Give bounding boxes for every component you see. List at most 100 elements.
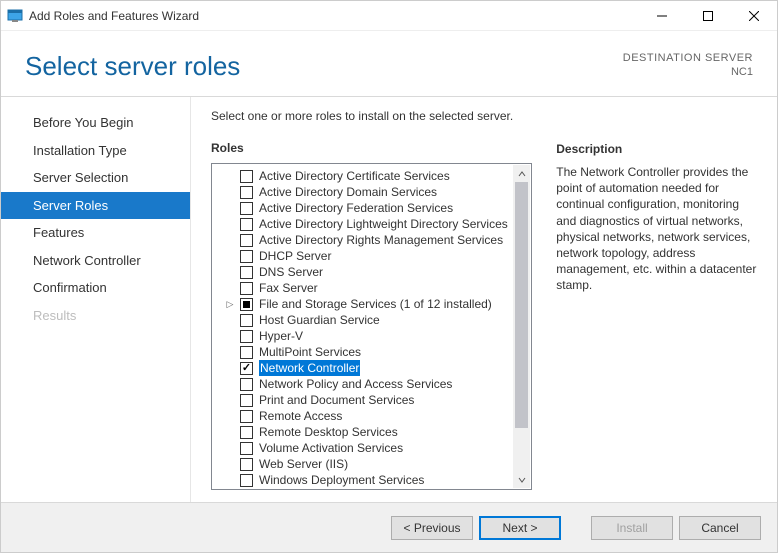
role-label[interactable]: DHCP Server xyxy=(259,248,331,264)
scroll-down-button[interactable] xyxy=(513,471,530,488)
wizard-steps-sidebar: Before You BeginInstallation TypeServer … xyxy=(1,97,191,502)
role-checkbox[interactable] xyxy=(240,250,253,263)
role-checkbox[interactable] xyxy=(240,362,253,375)
role-checkbox[interactable] xyxy=(240,378,253,391)
role-checkbox[interactable] xyxy=(240,474,253,487)
role-label[interactable]: MultiPoint Services xyxy=(259,344,361,360)
destination-block: DESTINATION SERVER NC1 xyxy=(623,51,753,80)
role-checkbox[interactable] xyxy=(240,394,253,407)
main-content: Select one or more roles to install on t… xyxy=(191,97,777,502)
maximize-button[interactable] xyxy=(685,1,731,31)
role-item[interactable]: Network Policy and Access Services xyxy=(226,376,511,392)
wizard-step[interactable]: Before You Begin xyxy=(1,109,190,137)
role-checkbox[interactable] xyxy=(240,330,253,343)
role-item[interactable]: Active Directory Certificate Services xyxy=(226,168,511,184)
role-item[interactable]: Print and Document Services xyxy=(226,392,511,408)
role-item[interactable]: DNS Server xyxy=(226,264,511,280)
role-label[interactable]: Active Directory Rights Management Servi… xyxy=(259,232,503,248)
instruction-text: Select one or more roles to install on t… xyxy=(211,109,532,123)
wizard-window: Add Roles and Features Wizard Select ser… xyxy=(0,0,778,553)
role-checkbox[interactable] xyxy=(240,218,253,231)
role-item[interactable]: Hyper-V xyxy=(226,328,511,344)
description-text: The Network Controller provides the poin… xyxy=(556,164,757,294)
install-button[interactable]: Install xyxy=(591,516,673,540)
role-label[interactable]: Network Policy and Access Services xyxy=(259,376,452,392)
role-label[interactable]: Remote Access xyxy=(259,408,342,424)
wizard-step[interactable]: Confirmation xyxy=(1,274,190,302)
body: Before You BeginInstallation TypeServer … xyxy=(1,97,777,502)
app-icon xyxy=(7,8,23,24)
role-label[interactable]: Active Directory Lightweight Directory S… xyxy=(259,216,508,232)
previous-button[interactable]: < Previous xyxy=(391,516,473,540)
wizard-step[interactable]: Network Controller xyxy=(1,247,190,275)
roles-heading: Roles xyxy=(211,141,532,155)
description-heading: Description xyxy=(556,142,757,156)
wizard-step[interactable]: Server Selection xyxy=(1,164,190,192)
role-checkbox[interactable] xyxy=(240,442,253,455)
role-label[interactable]: Network Controller xyxy=(259,360,360,376)
role-label[interactable]: Active Directory Domain Services xyxy=(259,184,437,200)
roles-list[interactable]: Active Directory Certificate ServicesAct… xyxy=(214,166,513,487)
wizard-step[interactable]: Features xyxy=(1,219,190,247)
wizard-step[interactable]: Server Roles xyxy=(1,192,190,220)
role-label[interactable]: Remote Desktop Services xyxy=(259,424,398,440)
role-checkbox[interactable] xyxy=(240,426,253,439)
role-label[interactable]: Active Directory Certificate Services xyxy=(259,168,450,184)
role-label[interactable]: Hyper-V xyxy=(259,328,303,344)
role-item[interactable]: Web Server (IIS) xyxy=(226,456,511,472)
wizard-step[interactable]: Installation Type xyxy=(1,137,190,165)
role-item[interactable]: Volume Activation Services xyxy=(226,440,511,456)
scroll-up-button[interactable] xyxy=(513,165,530,182)
expand-icon[interactable]: ▷ xyxy=(226,296,234,312)
role-item[interactable]: Remote Desktop Services xyxy=(226,424,511,440)
title-text: Add Roles and Features Wizard xyxy=(29,9,199,23)
role-checkbox[interactable] xyxy=(240,298,253,311)
role-item[interactable]: Fax Server xyxy=(226,280,511,296)
roles-column: Select one or more roles to install on t… xyxy=(211,109,532,490)
title-bar: Add Roles and Features Wizard xyxy=(1,1,777,31)
role-checkbox[interactable] xyxy=(240,458,253,471)
role-item[interactable]: Active Directory Federation Services xyxy=(226,200,511,216)
role-checkbox[interactable] xyxy=(240,202,253,215)
close-button[interactable] xyxy=(731,1,777,31)
role-label[interactable]: Active Directory Federation Services xyxy=(259,200,453,216)
role-item[interactable]: Host Guardian Service xyxy=(226,312,511,328)
role-item[interactable]: Windows Deployment Services xyxy=(226,472,511,487)
wizard-step: Results xyxy=(1,302,190,330)
role-item[interactable]: Active Directory Rights Management Servi… xyxy=(226,232,511,248)
cancel-button[interactable]: Cancel xyxy=(679,516,761,540)
role-item[interactable]: ▷ File and Storage Services (1 of 12 inst… xyxy=(226,296,511,312)
minimize-button[interactable] xyxy=(639,1,685,31)
role-label[interactable]: Web Server (IIS) xyxy=(259,456,348,472)
wizard-footer: < Previous Next > Install Cancel xyxy=(1,502,777,552)
role-label[interactable]: Windows Deployment Services xyxy=(259,472,424,487)
role-label[interactable]: File and Storage Services (1 of 12 insta… xyxy=(259,296,492,312)
role-item[interactable]: Network Controller xyxy=(226,360,511,376)
role-label[interactable]: Volume Activation Services xyxy=(259,440,403,456)
role-item[interactable]: MultiPoint Services xyxy=(226,344,511,360)
role-label[interactable]: DNS Server xyxy=(259,264,323,280)
roles-scrollbar[interactable] xyxy=(513,165,530,488)
role-item[interactable]: Active Directory Domain Services xyxy=(226,184,511,200)
role-label[interactable]: Fax Server xyxy=(259,280,318,296)
role-checkbox[interactable] xyxy=(240,234,253,247)
role-label[interactable]: Print and Document Services xyxy=(259,392,414,408)
role-checkbox[interactable] xyxy=(240,170,253,183)
roles-listbox: Active Directory Certificate ServicesAct… xyxy=(211,163,532,490)
scroll-thumb[interactable] xyxy=(515,182,528,428)
role-checkbox[interactable] xyxy=(240,266,253,279)
description-column: Description The Network Controller provi… xyxy=(556,109,757,490)
destination-label: DESTINATION SERVER xyxy=(623,51,753,65)
page-header: Select server roles DESTINATION SERVER N… xyxy=(1,31,777,97)
next-button[interactable]: Next > xyxy=(479,516,561,540)
role-checkbox[interactable] xyxy=(240,410,253,423)
role-checkbox[interactable] xyxy=(240,282,253,295)
scroll-track[interactable] xyxy=(513,182,530,471)
role-checkbox[interactable] xyxy=(240,314,253,327)
role-checkbox[interactable] xyxy=(240,346,253,359)
role-label[interactable]: Host Guardian Service xyxy=(259,312,380,328)
role-item[interactable]: Active Directory Lightweight Directory S… xyxy=(226,216,511,232)
role-item[interactable]: DHCP Server xyxy=(226,248,511,264)
role-item[interactable]: Remote Access xyxy=(226,408,511,424)
role-checkbox[interactable] xyxy=(240,186,253,199)
